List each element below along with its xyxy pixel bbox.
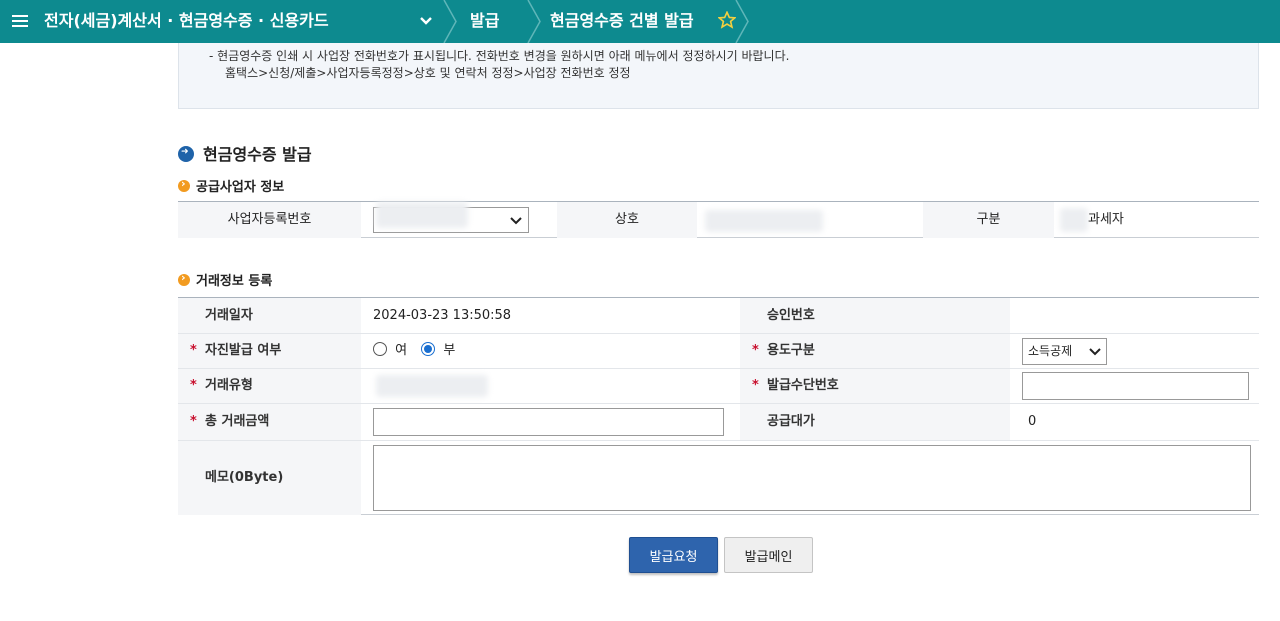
supplier-heading: 공급사업자 정보	[178, 176, 284, 195]
taxpayer-type-value: 과세자	[1088, 212, 1124, 227]
chevron-down-icon[interactable]	[418, 14, 434, 28]
arrow-circle-icon	[178, 146, 194, 162]
breadcrumb-issue[interactable]: 발급	[470, 0, 499, 43]
breadcrumb-separator-icon	[443, 0, 457, 43]
method-no-label: * 발급수단번호	[740, 369, 1010, 403]
breadcrumb-menu-title[interactable]: 전자(세금)계산서 · 현금영수증 · 신용카드	[44, 0, 329, 43]
self-issue-yes-radio[interactable]	[373, 342, 387, 356]
table-row: * 총 거래금액 공급대가 0	[178, 404, 1259, 441]
notice-line-2: 홈택스>신청/제출>사업자등록정정>상호 및 연락처 정정>사업장 전화번호 정…	[225, 66, 631, 80]
supply-price-label: 공급대가	[740, 404, 1010, 440]
hamburger-menu-icon[interactable]	[12, 12, 28, 30]
transaction-heading-text: 거래정보 등록	[196, 274, 273, 289]
top-navigation-bar: 전자(세금)계산서 · 현금영수증 · 신용카드 발급 현금영수증 건별 발급	[0, 0, 1280, 43]
memo-label: 메모(0Byte)	[178, 441, 361, 515]
method-no-input[interactable]	[1022, 372, 1249, 400]
biz-no-label: 사업자등록번호	[178, 202, 361, 238]
approval-no-label: 승인번호	[740, 298, 1010, 333]
taxpayer-type-label: 구분	[923, 202, 1054, 238]
notice-box: - 현금영수증 인쇄 시 사업장 전화번호가 표시됩니다. 전화번호 변경을 원…	[178, 43, 1259, 109]
supplier-info-table: 사업자등록번호 상호 구분 과세자	[178, 201, 1259, 238]
self-issue-radio-group: 여 부	[373, 334, 455, 368]
usage-type-label: * 용도구분	[740, 334, 1010, 368]
trade-type-label: * 거래유형	[178, 369, 361, 403]
issue-main-button[interactable]: 발급메인	[724, 537, 813, 573]
usage-type-select[interactable]: 소득공제	[1022, 338, 1107, 365]
total-amount-label: * 총 거래금액	[178, 404, 361, 440]
self-issue-no-radio[interactable]	[421, 342, 436, 356]
section-title: 현금영수증 발급	[178, 141, 312, 165]
total-amount-input[interactable]	[373, 408, 724, 436]
company-name-label: 상호	[557, 202, 697, 238]
supply-price-value: 0	[1028, 414, 1037, 429]
table-row: * 자진발급 여부 여 부 * 용도구분 소득공제	[178, 334, 1259, 369]
trade-date-label: 거래일자	[178, 298, 361, 333]
notice-line-1: - 현금영수증 인쇄 시 사업장 전화번호가 표시됩니다. 전화번호 변경을 원…	[209, 49, 790, 63]
transaction-heading: 거래정보 등록	[178, 270, 272, 289]
bullet-icon	[178, 177, 190, 192]
redacted-value	[376, 202, 468, 228]
usage-type-value: 소득공제	[1028, 344, 1073, 358]
biz-no-select[interactable]	[373, 202, 529, 233]
table-row: 거래일자 2024-03-23 13:50:58 승인번호	[178, 298, 1259, 334]
chevron-down-icon	[1089, 348, 1101, 356]
redacted-prefix	[1060, 208, 1088, 232]
issue-request-button[interactable]: 발급요청	[629, 537, 718, 573]
breadcrumb-separator-icon	[527, 0, 541, 43]
section-title-text: 현금영수증 발급	[203, 145, 312, 164]
transaction-info-table: 거래일자 2024-03-23 13:50:58 승인번호 * 자진발급 여부 …	[178, 297, 1259, 515]
breadcrumb-separator-icon	[735, 0, 749, 43]
chevron-down-icon	[510, 217, 522, 225]
redacted-trade-type	[376, 375, 488, 397]
self-issue-yes-label: 여	[395, 343, 408, 358]
self-issue-label: * 자진발급 여부	[178, 334, 361, 368]
self-issue-no-label: 부	[443, 343, 456, 358]
breadcrumb-current-page: 현금영수증 건별 발급	[550, 11, 694, 30]
memo-textarea[interactable]	[373, 445, 1251, 511]
bullet-icon	[178, 271, 190, 286]
supplier-heading-text: 공급사업자 정보	[196, 180, 285, 195]
redacted-company-name	[705, 210, 823, 232]
table-row: 메모(0Byte)	[178, 441, 1259, 515]
trade-date-value: 2024-03-23 13:50:58	[373, 308, 512, 323]
table-row: * 거래유형 * 발급수단번호	[178, 369, 1259, 404]
